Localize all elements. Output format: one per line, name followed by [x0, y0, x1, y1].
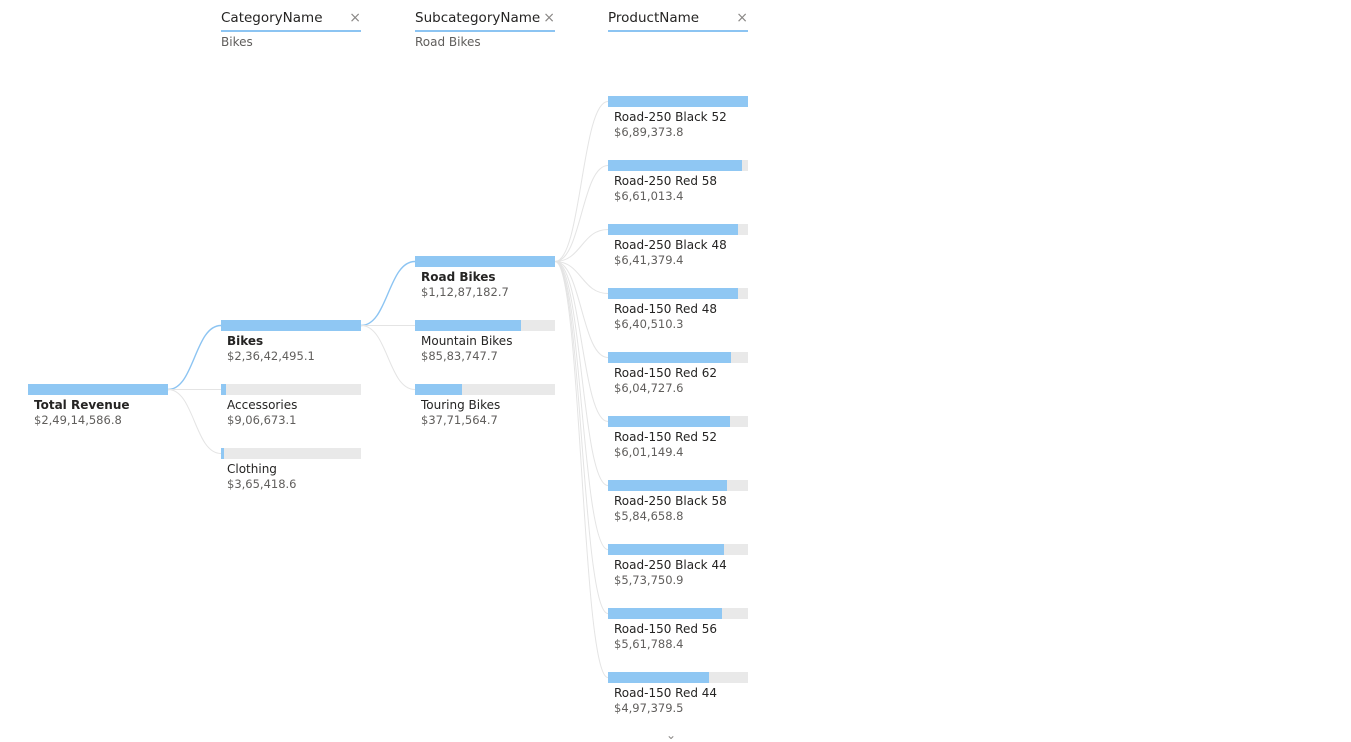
- connector: [554, 261, 609, 486]
- node-value: $9,06,673.1: [227, 413, 297, 427]
- node-label: Road Bikes: [421, 270, 496, 284]
- active-connector: [167, 324, 222, 391]
- node-label: Road-150 Red 44: [614, 686, 718, 700]
- node-bar-fill: [608, 96, 748, 107]
- node-bar-fill: [608, 288, 738, 299]
- node-label: Bikes: [227, 334, 264, 348]
- tree-node-product[interactable]: Road-150 Red 62 $6,04,727.6: [608, 352, 748, 400]
- tree-node-product[interactable]: Road-250 Black 44 $5,73,750.9: [608, 544, 748, 592]
- tree-node-category[interactable]: Clothing $3,65,418.6: [221, 448, 361, 496]
- tree-node-subcategory[interactable]: Mountain Bikes $85,83,747.7: [415, 320, 555, 368]
- node-bar-fill: [221, 320, 361, 331]
- node-label: Road-150 Red 48: [614, 302, 718, 316]
- tree-node-category[interactable]: Bikes $2,36,42,495.1: [221, 320, 361, 368]
- node-label: Mountain Bikes: [421, 334, 513, 348]
- node-label: Road-250 Black 58: [614, 494, 727, 508]
- column-filter-value: Road Bikes: [415, 35, 481, 49]
- node-label: Touring Bikes: [421, 398, 501, 412]
- column-title: ProductName: [608, 10, 700, 26]
- node-value: $3,65,418.6: [227, 477, 297, 491]
- node-label: Total Revenue: [34, 398, 130, 412]
- node-value: $6,04,727.6: [614, 381, 684, 395]
- column-title: CategoryName: [221, 10, 323, 26]
- node-value: $6,41,379.4: [614, 253, 684, 267]
- node-bar-fill: [608, 480, 727, 491]
- tree-node-product[interactable]: Road-250 Black 52 $6,89,373.8: [608, 96, 748, 144]
- node-bar-fill: [28, 384, 168, 395]
- connector: [360, 325, 416, 390]
- connector: [167, 389, 222, 454]
- node-label: Road-250 Black 52: [614, 110, 727, 124]
- node-value: $4,97,379.5: [614, 701, 684, 715]
- node-value: $6,61,013.4: [614, 189, 684, 203]
- tree-node-product[interactable]: Road-150 Red 52 $6,01,149.4: [608, 416, 748, 464]
- node-label: Road-250 Red 58: [614, 174, 718, 188]
- node-bar-fill: [608, 352, 731, 363]
- column-header-category: CategoryName × Bikes: [221, 2, 361, 50]
- tree-node-product[interactable]: Road-250 Black 48 $6,41,379.4: [608, 224, 748, 272]
- node-value: $5,84,658.8: [614, 509, 684, 523]
- node-bar-fill: [608, 224, 738, 235]
- active-connector: [360, 260, 416, 327]
- node-value: $6,40,510.3: [614, 317, 684, 331]
- tree-node-product[interactable]: Road-150 Red 44 $4,97,379.5: [608, 672, 748, 720]
- node-value: $6,89,373.8: [614, 125, 684, 139]
- column-underline: [221, 30, 361, 32]
- close-icon[interactable]: ×: [736, 10, 748, 26]
- node-bar-fill: [608, 608, 722, 619]
- connector: [554, 101, 609, 262]
- node-bar-fill: [608, 160, 742, 171]
- tree-node-category[interactable]: Accessories $9,06,673.1: [221, 384, 361, 432]
- column-title: SubcategoryName: [415, 10, 541, 26]
- node-bar-fill: [415, 256, 555, 267]
- node-value: $5,61,788.4: [614, 637, 684, 651]
- node-bar-fill: [221, 448, 224, 459]
- node-label: Clothing: [227, 462, 277, 476]
- node-bar-fill: [415, 320, 521, 331]
- tree-node-root[interactable]: Total Revenue $2,49,14,586.8: [28, 384, 168, 432]
- node-value: $5,73,750.9: [614, 573, 684, 587]
- node-label: Road-250 Black 44: [614, 558, 727, 572]
- tree-node-product[interactable]: Road-150 Red 56 $5,61,788.4: [608, 608, 748, 656]
- connector: [554, 261, 609, 422]
- node-bar-fill: [221, 384, 226, 395]
- node-label: Road-150 Red 52: [614, 430, 718, 444]
- tree-node-subcategory[interactable]: Road Bikes $1,12,87,182.7: [415, 256, 555, 304]
- node-value: $85,83,747.7: [421, 349, 498, 363]
- column-header-subcategory: SubcategoryName × Road Bikes: [415, 2, 555, 50]
- node-value: $1,12,87,182.7: [421, 285, 509, 299]
- node-label: Road-150 Red 56: [614, 622, 718, 636]
- node-value: $2,36,42,495.1: [227, 349, 315, 363]
- node-value: $6,01,149.4: [614, 445, 684, 459]
- tree-node-product[interactable]: Road-250 Black 58 $5,84,658.8: [608, 480, 748, 528]
- column-underline: [608, 30, 748, 32]
- tree-node-product[interactable]: Road-150 Red 48 $6,40,510.3: [608, 288, 748, 336]
- node-bar-fill: [608, 672, 709, 683]
- close-icon[interactable]: ×: [349, 10, 361, 26]
- node-label: Accessories: [227, 398, 298, 412]
- tree-node-subcategory[interactable]: Touring Bikes $37,71,564.7: [415, 384, 555, 432]
- node-value: $2,49,14,586.8: [34, 413, 122, 427]
- column-header-product: ProductName ×: [608, 2, 748, 50]
- close-icon[interactable]: ×: [543, 10, 555, 26]
- connector: [554, 261, 609, 550]
- node-label: Road-150 Red 62: [614, 366, 718, 380]
- node-label: Road-250 Black 48: [614, 238, 727, 252]
- connector: [554, 261, 609, 678]
- chevron-down-icon[interactable]: ⌄: [666, 728, 676, 742]
- node-bar-fill: [415, 384, 462, 395]
- node-bar-fill: [608, 544, 724, 555]
- column-underline: [415, 30, 555, 32]
- node-value: $37,71,564.7: [421, 413, 498, 427]
- tree-node-product[interactable]: Road-250 Red 58 $6,61,013.4: [608, 160, 748, 208]
- node-bar-track: [221, 448, 361, 459]
- column-filter-value: Bikes: [221, 35, 253, 49]
- node-bar-track: [221, 384, 361, 395]
- connector: [554, 261, 609, 614]
- node-bar-fill: [608, 416, 730, 427]
